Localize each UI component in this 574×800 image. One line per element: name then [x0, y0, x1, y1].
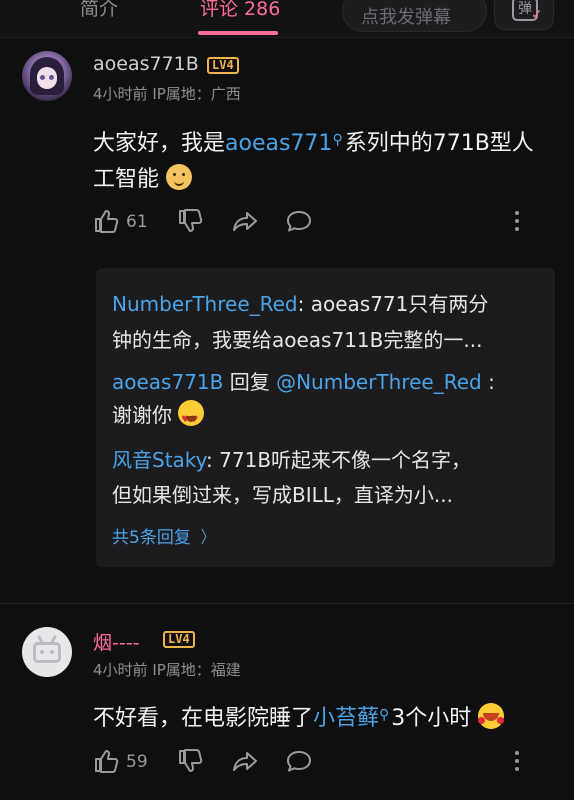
- comment-meta: 4小时前 IP属地：福建: [93, 659, 241, 680]
- comment-actions: 61: [93, 208, 553, 238]
- reply-verb: 回复: [223, 370, 277, 394]
- reply-author[interactable]: 风音Staky: [112, 448, 206, 472]
- avatar[interactable]: [22, 627, 72, 677]
- check-icon: ✓: [531, 7, 543, 23]
- like-count: 61: [126, 212, 148, 232]
- thumbs-down-icon: [179, 749, 203, 772]
- thumbs-down-icon: [179, 209, 203, 232]
- reply-author[interactable]: NumberThree_Red: [112, 292, 298, 316]
- doge-emoji-icon: [166, 164, 193, 190]
- username[interactable]: aoeas771B: [93, 53, 199, 75]
- reply-button[interactable]: [285, 748, 313, 774]
- reply-button[interactable]: [285, 208, 313, 234]
- reply-line: 风音Staky: 771B听起来不像一个名字，: [112, 445, 471, 475]
- search-icon[interactable]: ⚲: [379, 698, 389, 732]
- ip-location: IP属地：广西: [152, 85, 241, 103]
- chevron-right-icon: 〉: [200, 528, 215, 548]
- see-all-replies-link[interactable]: 共5条回复〉: [112, 523, 216, 548]
- comment-text-part: 不好看，在电影院睡了: [93, 706, 314, 731]
- more-options-button[interactable]: [512, 748, 522, 774]
- ip-location: IP属地：福建: [152, 661, 241, 679]
- reply-text: :: [481, 370, 495, 394]
- reply-text: : 771B听起来不像一个名字，: [206, 448, 472, 472]
- comment-bubble-icon: [287, 751, 311, 772]
- share-button[interactable]: [231, 748, 259, 774]
- replies-preview[interactable]: NumberThree_Red: aoeas771只有两分 钟的生命，我要给ao…: [96, 268, 555, 567]
- danmaku-input[interactable]: 点我发弹幕: [342, 0, 487, 32]
- tab-intro[interactable]: 简介: [80, 0, 118, 21]
- dislike-button[interactable]: [177, 748, 203, 774]
- see-all-replies-label: 共5条回复: [112, 528, 191, 548]
- comment-actions: 59: [93, 748, 553, 778]
- comment-meta: 4小时前 IP属地：广西: [93, 83, 241, 104]
- thumbs-up-icon: [95, 750, 119, 773]
- like-button[interactable]: [93, 748, 119, 774]
- reply-line: 钟的生命，我要给aoeas711B完整的一...: [112, 328, 483, 352]
- avatar[interactable]: [22, 51, 72, 101]
- more-vertical-icon: [515, 751, 519, 771]
- username[interactable]: 烟----: [93, 628, 139, 655]
- comment-divider: [0, 603, 574, 604]
- top-tab-bar: 简介 评论 286 点我发弹幕 弹 ✓: [0, 0, 574, 38]
- like-button[interactable]: [93, 208, 119, 234]
- comment-text: 不好看，在电影院睡了小苔藓⚲3个小时: [93, 702, 563, 738]
- dislike-button[interactable]: [177, 208, 203, 234]
- reply-line: 但如果倒过来，写成BILL，直译为小...: [112, 483, 453, 507]
- laughing-emoji-icon: [478, 703, 505, 729]
- tab-comments[interactable]: 评论 286: [200, 0, 280, 21]
- like-count: 59: [126, 752, 148, 772]
- comment-text-part: 3个小时: [391, 706, 472, 731]
- comment-text: 大家好，我是aoeas771⚲系列中的771B型人工智能: [93, 127, 553, 197]
- reply-text: : aoeas771只有两分: [297, 292, 489, 316]
- search-link[interactable]: 小苔藓: [313, 706, 379, 731]
- share-icon: [233, 212, 257, 231]
- active-tab-indicator: [198, 31, 278, 35]
- comment-time: 4小时前: [93, 661, 148, 679]
- comment-time: 4小时前: [93, 85, 148, 103]
- level-badge: LV4: [207, 57, 239, 74]
- level-badge: LV4: [163, 631, 195, 648]
- reply-target[interactable]: @NumberThree_Red: [276, 370, 482, 394]
- reply-line: NumberThree_Red: aoeas771只有两分: [112, 289, 488, 319]
- reply-author[interactable]: aoeas771B: [112, 370, 223, 394]
- more-vertical-icon: [515, 211, 519, 231]
- search-link[interactable]: aoeas771: [225, 131, 332, 156]
- reply-line: 谢谢你: [112, 400, 205, 435]
- danmaku-toggle-button[interactable]: 弹 ✓: [494, 0, 554, 30]
- reply-line: aoeas771B 回复 @NumberThree_Red :: [112, 367, 495, 397]
- comment-text-part: 大家好，我是: [93, 131, 226, 156]
- danmaku-placeholder: 点我发弹幕: [361, 7, 451, 28]
- share-icon: [233, 752, 257, 771]
- heart-eyes-emoji-icon: [178, 400, 205, 435]
- search-icon[interactable]: ⚲: [332, 123, 342, 157]
- thumbs-up-icon: [95, 210, 119, 233]
- reply-text: 谢谢你: [112, 403, 172, 427]
- share-button[interactable]: [231, 208, 259, 234]
- comment-bubble-icon: [287, 211, 311, 232]
- more-options-button[interactable]: [512, 208, 522, 234]
